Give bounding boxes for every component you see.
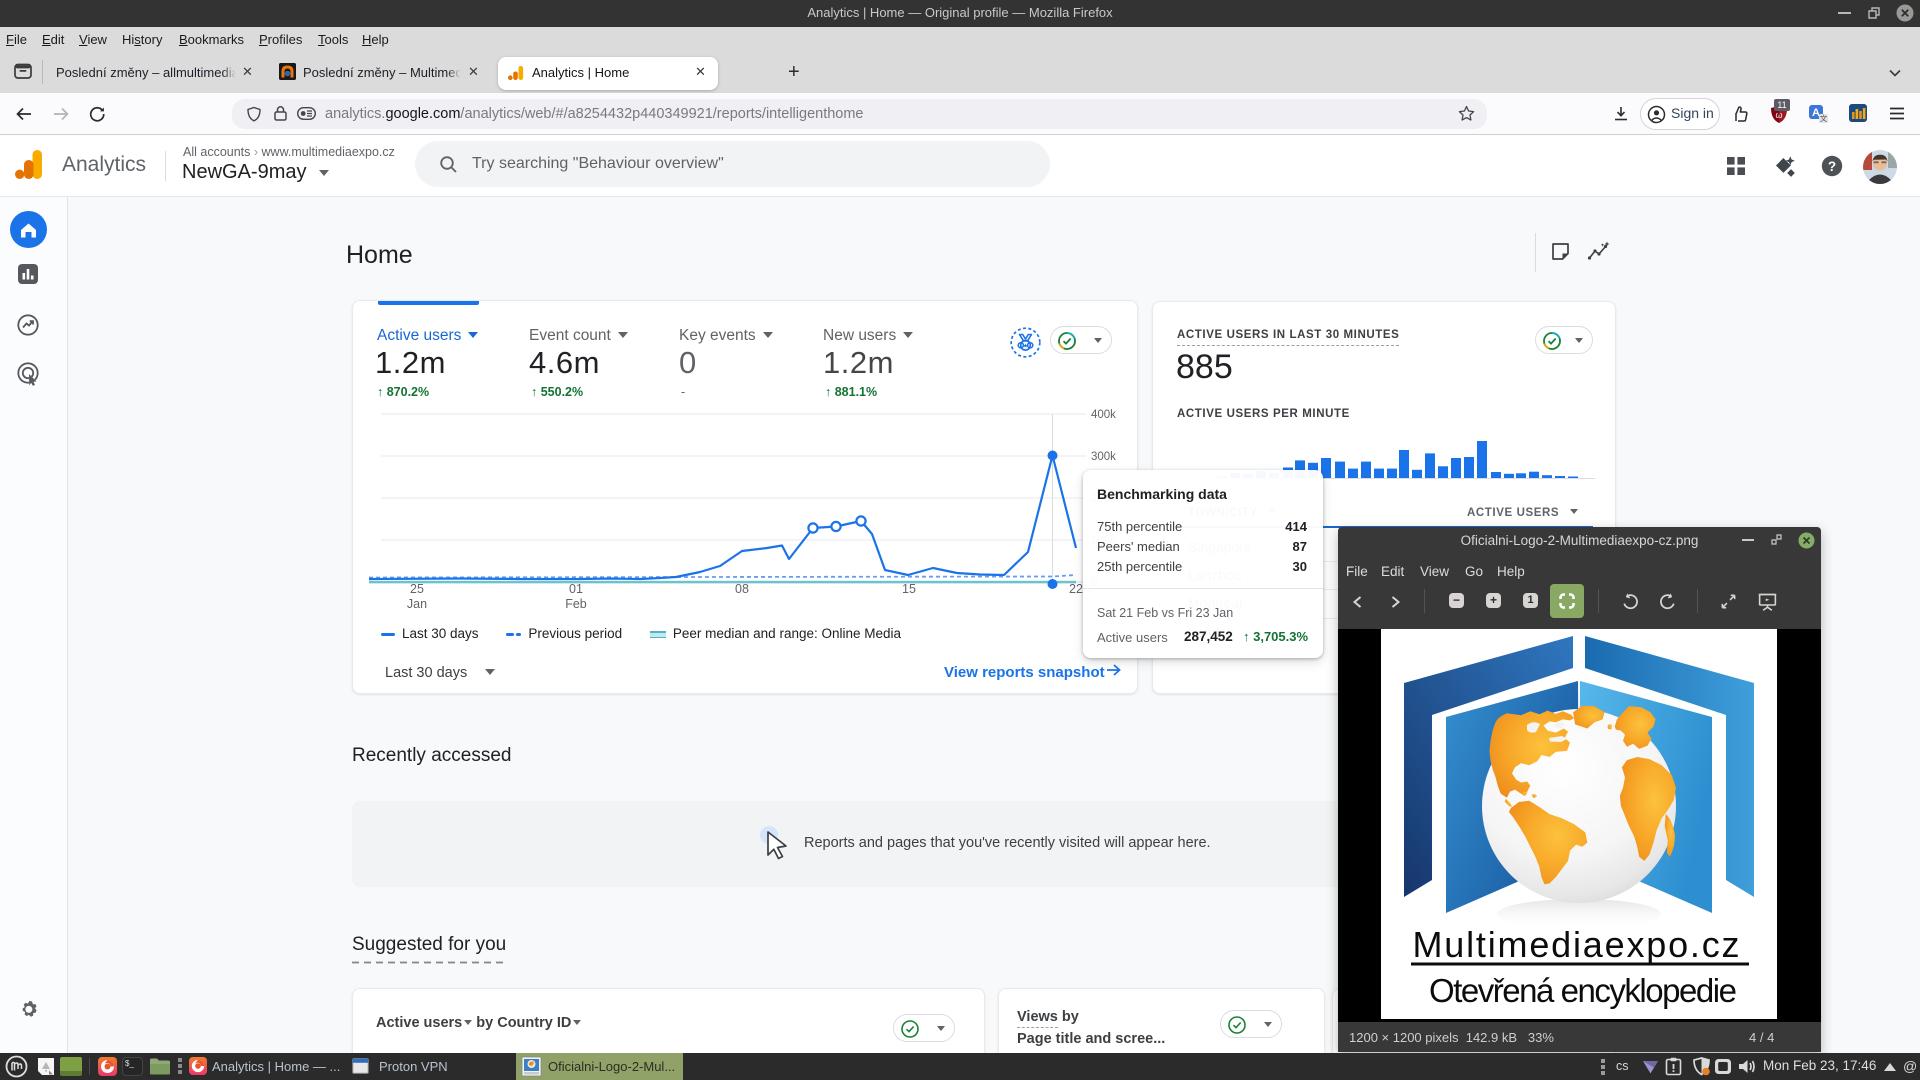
svg-text:文: 文 — [1820, 113, 1828, 123]
svg-text:?: ? — [1828, 159, 1836, 174]
svg-text:25: 25 — [410, 582, 424, 596]
svg-text:Multimediaexpo.cz: Multimediaexpo.cz — [1413, 924, 1740, 965]
svg-text:08: 08 — [735, 582, 749, 596]
svg-text:300k: 300k — [1091, 451, 1116, 463]
svg-text:Otevřená encyklopedie: Otevřená encyklopedie — [1429, 972, 1737, 1009]
svg-text:Jan: Jan — [407, 597, 427, 611]
svg-text:Feb: Feb — [565, 597, 587, 611]
svg-text:ω: ω — [1775, 110, 1782, 120]
svg-text:22: 22 — [1069, 582, 1083, 596]
svg-text:400k: 400k — [1091, 409, 1116, 421]
svg-text:15: 15 — [902, 582, 916, 596]
svg-text:01: 01 — [569, 582, 583, 596]
